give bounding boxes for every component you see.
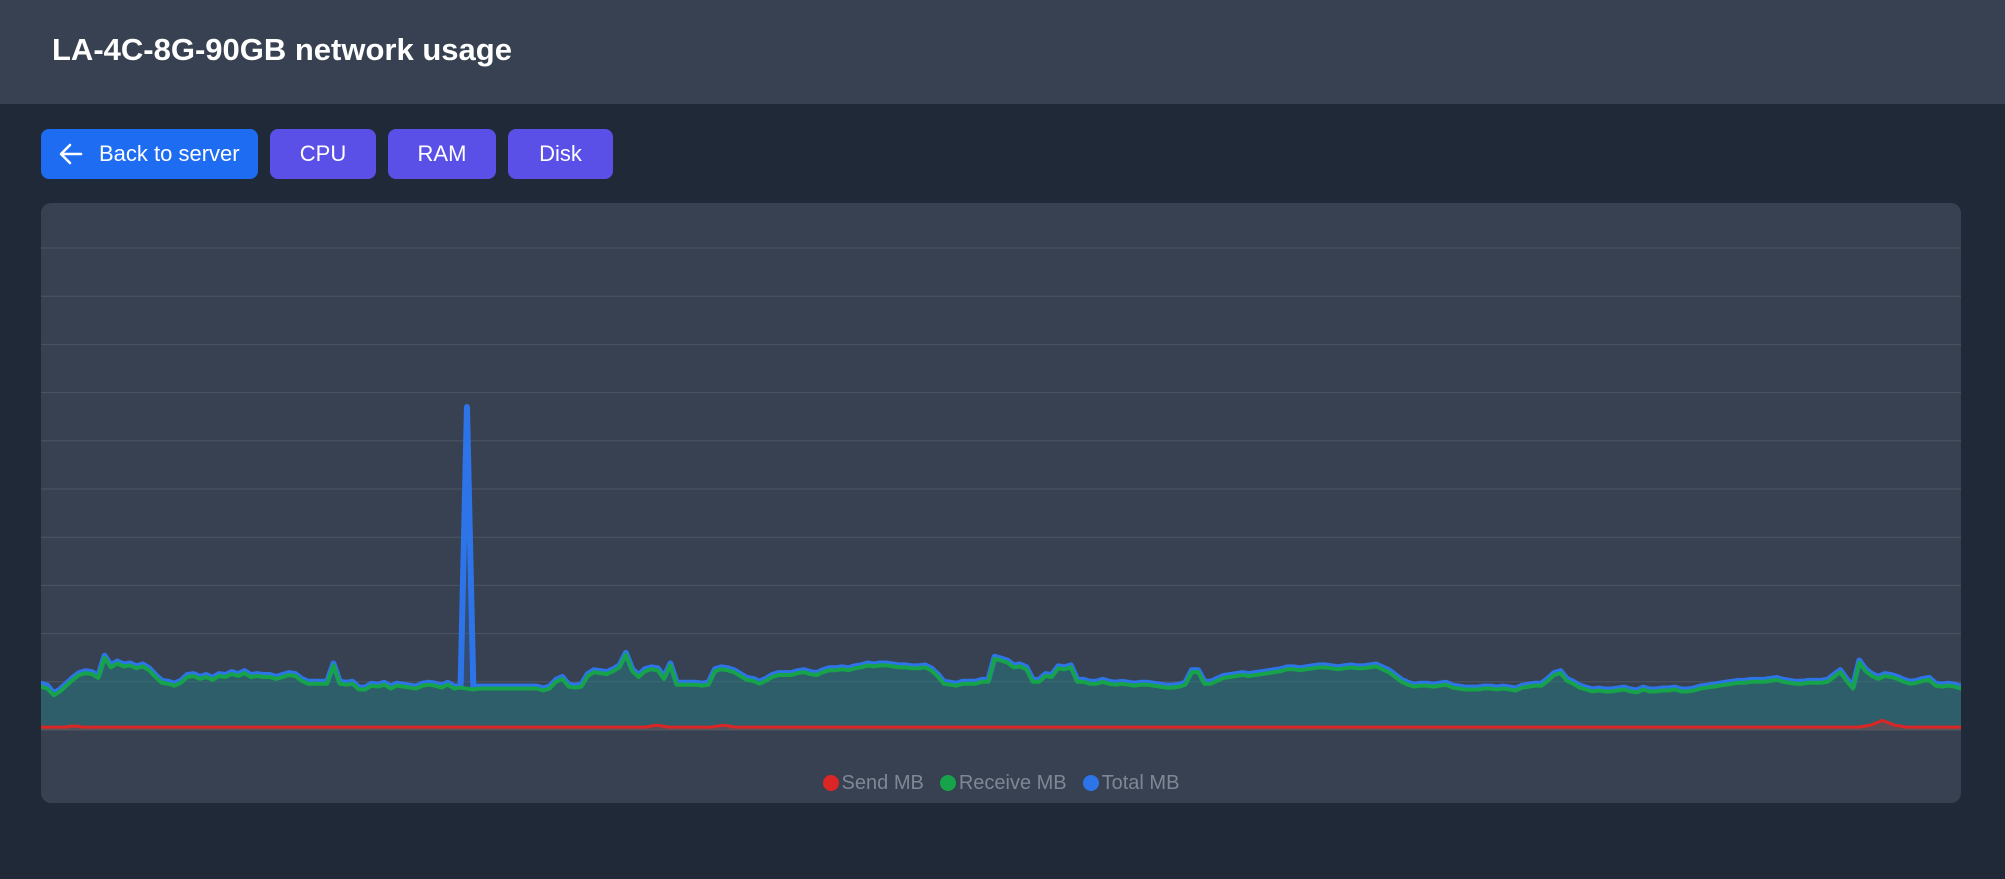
cpu-button[interactable]: CPU: [270, 129, 376, 179]
page-title: LA-4C-8G-90GB network usage: [52, 32, 512, 67]
arrow-left-icon: [59, 143, 83, 165]
legend-item-receive[interactable]: Receive MB: [939, 771, 1067, 795]
back-to-server-label: Back to server: [99, 141, 240, 166]
header-bar: LA-4C-8G-90GB network usage: [0, 0, 2005, 104]
legend-swatch-send: [822, 775, 839, 791]
chart-legend: Send MB Receive MB Total MB: [41, 771, 1961, 795]
legend-label-total: Total MB: [1101, 771, 1180, 794]
network-usage-chart: Send MB Receive MB Total MB: [41, 203, 1961, 803]
disk-button[interactable]: Disk: [508, 129, 613, 179]
line-total-mb: [41, 404, 1961, 697]
ram-button[interactable]: RAM: [388, 129, 496, 179]
back-to-server-button[interactable]: Back to server: [41, 129, 258, 179]
area-receive-mb: [41, 654, 1961, 730]
ram-button-label: RAM: [417, 141, 467, 166]
cpu-button-label: CPU: [299, 141, 347, 166]
series-receive-mb: [41, 652, 1961, 730]
chart-plot-area: [41, 247, 1961, 731]
legend-item-total[interactable]: Total MB: [1082, 771, 1180, 795]
legend-label-send: Send MB: [841, 771, 924, 794]
legend-label-receive: Receive MB: [958, 771, 1067, 794]
legend-swatch-receive: [939, 775, 956, 791]
disk-button-label: Disk: [539, 141, 582, 166]
legend-swatch-total: [1082, 775, 1099, 791]
legend-item-send[interactable]: Send MB: [822, 771, 924, 795]
